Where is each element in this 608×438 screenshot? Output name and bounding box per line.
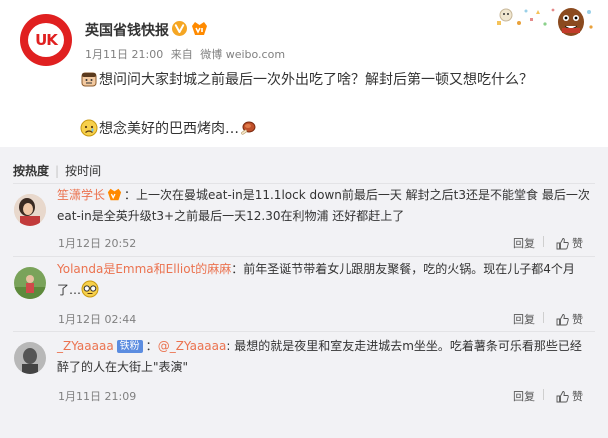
like-label: 赞	[572, 390, 583, 403]
comment-text-cont: 醉了的人在大街上"表演"	[57, 360, 189, 374]
avatar-photo-icon	[14, 342, 46, 374]
comment-text-cont: 了…	[57, 283, 82, 297]
tab-sort-time[interactable]: 按时间	[65, 164, 101, 178]
tab-sort-hot[interactable]: 按热度	[13, 164, 49, 178]
author-avatar[interactable]: UK	[20, 14, 72, 66]
thumbs-up-icon	[556, 238, 569, 250]
fans-badge: 铁粉	[116, 340, 143, 353]
comment-divider	[13, 256, 595, 257]
thumbs-up-icon	[556, 391, 569, 403]
comment-sort-tabs: 按热度 | 按时间	[13, 162, 101, 179]
post-text-line1: 想问问大家封城之前最后一次外出吃了啥？解封后第一顿又想吃什么？	[80, 69, 533, 89]
author-name[interactable]: 英国省钱快报	[85, 20, 169, 40]
like-label: 赞	[572, 313, 583, 326]
post-meta: 1月11日 21:00 来自 微博 weibo.com	[85, 46, 289, 62]
like-label: 赞	[572, 237, 583, 250]
face-emoji-icon	[81, 72, 97, 87]
comment-text: : 最想的就是夜里和室友走进城去m坐坐。吃着薯条可乐看那些已经	[226, 339, 582, 353]
uk-logo-avatar: UK	[28, 23, 64, 57]
glasses-emoji-icon	[81, 280, 99, 298]
post-question: 想问问大家封城之前最后一次外出吃了啥？解封后第一顿又想吃什么？	[99, 72, 533, 88]
comment-username[interactable]: _ZYaaaaa	[57, 339, 114, 353]
thumbs-up-icon	[556, 314, 569, 326]
like-button[interactable]: 赞	[556, 311, 583, 327]
comment-date: 1月12日 20:52	[58, 237, 137, 250]
comment-body: 笙潇学长 ：上一次在曼城eat-in是11.1lock down前最后一天 解封…	[57, 185, 593, 227]
comment-avatar[interactable]	[14, 342, 46, 374]
post-source[interactable]: 微博 weibo.com	[200, 48, 285, 61]
action-divider	[543, 236, 544, 247]
avatar-photo-icon	[14, 194, 46, 226]
vip-badge-icon[interactable]	[191, 20, 208, 37]
comment-divider	[13, 331, 595, 332]
comment-body: _ZYaaaaa 铁粉 ：@_ZYaaaaa: 最想的就是夜里和室友走进城去m坐坐。…	[57, 336, 593, 378]
vip-badge-icon[interactable]	[107, 187, 122, 202]
tabs-divider	[13, 183, 595, 184]
tab-separator: |	[55, 164, 60, 178]
comment-text: ：前年圣诞节带着女儿跟朋友聚餐，吃的火锅。现在儿子都4个月	[231, 262, 575, 276]
comment-avatar[interactable]	[14, 194, 46, 226]
action-divider	[543, 312, 544, 323]
comment-text: ：上一次在曼城eat-in是11.1lock down前最后一天 解封之后t3还…	[124, 188, 590, 202]
post-date[interactable]: 1月11日 21:00	[85, 48, 163, 61]
comment-date: 1月11日 21:09	[58, 390, 137, 403]
comment-avatar[interactable]	[14, 267, 46, 299]
meat-emoji-icon	[241, 121, 256, 135]
avatar-photo-icon	[14, 267, 46, 299]
post-text-line2: 想念美好的巴西烤肉…	[80, 118, 258, 138]
comment-date: 1月12日 02:44	[58, 313, 137, 326]
reply-button[interactable]: 回复	[513, 235, 535, 251]
comment-colon: ：	[145, 339, 158, 353]
reply-button[interactable]: 回复	[513, 388, 535, 404]
comment-username[interactable]: 笙潇学长	[57, 188, 105, 202]
post-wish: 想念美好的巴西烤肉…	[99, 121, 239, 137]
verified-v-icon	[172, 21, 187, 36]
source-prefix: 来自	[170, 48, 193, 61]
sad-emoji-icon	[80, 119, 98, 137]
mention-link[interactable]: @_ZYaaaaa	[158, 339, 227, 353]
decorative-sticker-icon	[497, 8, 593, 36]
comment-text-cont: eat-in是全英升级t3+之前最后一天12.30在利物浦 还好都赶上了	[57, 209, 405, 223]
comment-body: Yolanda是Emma和Elliot的麻麻：前年圣诞节带着女儿跟朋友聚餐，吃的…	[57, 259, 593, 301]
comment-username[interactable]: Yolanda是Emma和Elliot的麻麻	[57, 262, 231, 276]
like-button[interactable]: 赞	[556, 235, 583, 251]
action-divider	[543, 389, 544, 400]
like-button[interactable]: 赞	[556, 388, 583, 404]
reply-button[interactable]: 回复	[513, 311, 535, 327]
